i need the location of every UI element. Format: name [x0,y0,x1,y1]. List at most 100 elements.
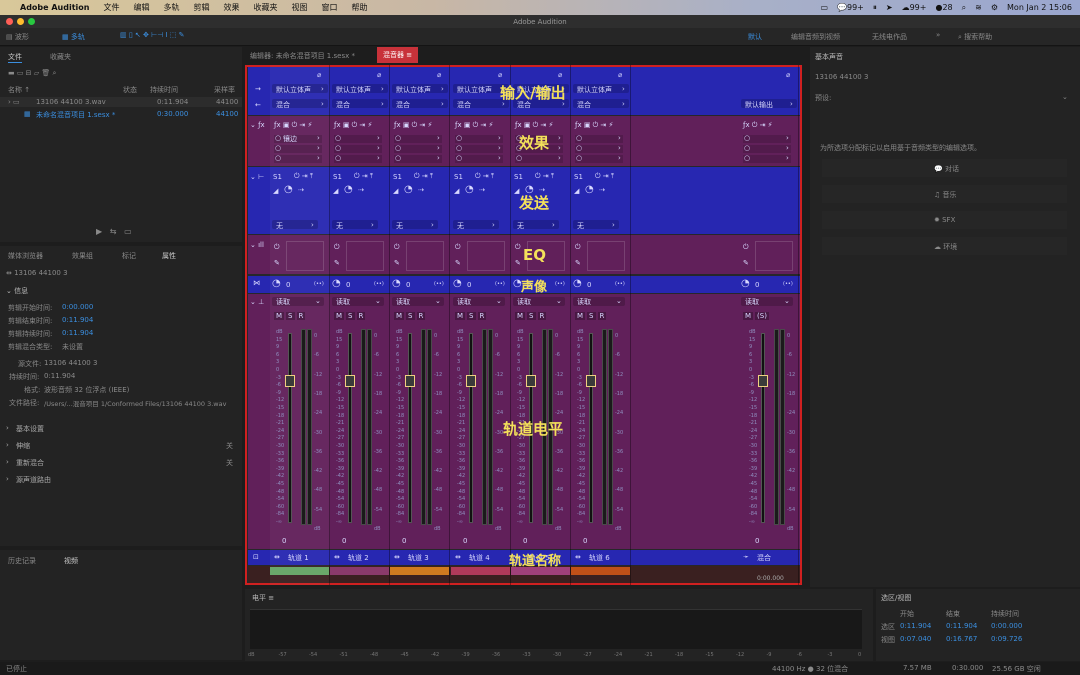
input-select[interactable]: 默认立体声 › [392,84,448,94]
fx-slot[interactable]: ○ › [743,144,791,153]
wechat-icon[interactable]: 💬99+ [837,3,864,12]
eq-power-icon[interactable]: ⏻ [274,243,280,252]
fx-slot[interactable]: ○ › [274,144,322,153]
input-select[interactable]: 默认立体声 › [332,84,388,94]
menu-item[interactable]: 窗口 [321,2,337,13]
volume-value[interactable]: 0 [523,537,527,545]
output-select[interactable]: 混合 › [573,99,629,109]
fx-slot[interactable]: ○ › [743,134,791,143]
menu-item[interactable]: 多轨 [163,2,179,13]
fx-icon[interactable]: ⌄ ƒx [250,121,265,129]
record-disabled-icon[interactable]: ⌀ [377,71,381,79]
msr-button[interactable]: R [416,312,426,320]
tab-history[interactable]: 历史记录 [8,556,36,566]
volume-value[interactable]: 0 [342,537,346,545]
fx-slot[interactable]: ○ › [575,134,623,143]
send-power-icon[interactable]: ⏻ ⇥ ⤒ [354,172,373,181]
fx-slot[interactable]: ○ › [575,154,623,163]
fader-handle[interactable] [285,375,295,387]
send-dest-select[interactable]: 无 › [332,220,378,230]
sel-dur[interactable]: 0:00.000 [991,622,1022,630]
file-row[interactable]: › ▭ 13106 44100 3.wav 0:11.904 44100 [0,97,242,107]
fx-power-icon[interactable]: ƒx ⏻ ⇥ ⚡ [743,121,773,130]
eq-graph[interactable] [467,241,505,271]
eq-edit-icon[interactable]: ✎ [575,259,581,267]
waveform-button[interactable]: ▤ 波形 [6,32,29,42]
more-icon[interactable]: » [936,31,940,39]
tab-editor[interactable]: 编辑器: 未命名混音项目 1.sesx * [250,51,355,61]
send-value[interactable]: ⇢ [298,186,304,194]
display-icon[interactable]: ▭ [820,3,828,12]
zoom-button[interactable] [28,18,35,25]
prop-section[interactable]: › 伸缩关 [0,441,242,453]
fx-slot[interactable]: ○ › [394,144,442,153]
msr-button[interactable]: R [356,312,366,320]
msr-button[interactable]: M [455,312,466,320]
app-menu[interactable]: Adobe Audition [20,3,89,12]
record-disabled-icon[interactable]: ⌀ [437,71,441,79]
tab-video[interactable]: 视频 [64,556,78,566]
pan-knob[interactable]: ◔ [392,278,401,289]
msr-button[interactable]: M [575,312,586,320]
tools-icon[interactable]: ▥ ▯ ↖ ✥ ⊢⊣ I ⬚ ✎ [120,31,185,39]
eq-edit-icon[interactable]: ✎ [394,259,400,267]
send-power-icon[interactable]: ⏻ ⇥ ⤒ [595,172,614,181]
stereo-icon[interactable]: (••) [615,281,625,287]
send-knob[interactable]: ◔ [465,184,474,195]
send-icon[interactable]: ➤ [886,3,893,12]
msr-button[interactable]: M [515,312,526,320]
send-power-icon[interactable]: ⏻ ⇥ ⤒ [475,172,494,181]
info-header[interactable]: ⌄ 信息 [6,286,28,296]
output-select[interactable]: 混合 › [272,99,328,109]
msr-button[interactable]: M [274,312,285,320]
fader-handle[interactable] [466,375,476,387]
fx-slot[interactable]: ○ › [334,134,382,143]
pan-value[interactable]: 0 [587,281,591,289]
msr-button[interactable]: S [527,312,536,320]
stereo-icon[interactable]: (••) [555,281,565,287]
menu-item[interactable]: 收藏夹 [253,2,277,13]
level-icon[interactable]: ⌄ ⊥ [250,298,264,306]
menu-item[interactable]: 效果 [223,2,239,13]
pan-value[interactable]: 0 [286,281,290,289]
tab-favorites[interactable]: 收藏夹 [50,52,71,62]
send-knob[interactable]: ◔ [344,184,353,195]
stereo-icon[interactable]: (••) [374,281,384,287]
msr-button[interactable]: S [286,312,295,320]
eq-power-icon[interactable]: ⏻ [575,243,581,252]
send-power-icon[interactable]: ⏻ ⇥ ⤒ [535,172,554,181]
tab-media[interactable]: 媒体浏览器 [8,251,43,261]
col-rate[interactable]: 采样率 [214,85,235,95]
view-start[interactable]: 0:07.040 [900,635,931,643]
fx-slot[interactable]: ○ › [743,154,791,163]
send-value[interactable]: ⇢ [479,186,485,194]
minimize-button[interactable] [17,18,24,25]
send-dest-select[interactable]: 无 › [392,220,438,230]
send-power-icon[interactable]: ⏻ ⇥ ⤒ [414,172,433,181]
close-button[interactable] [6,18,13,25]
fx-slot[interactable]: ○ › [394,154,442,163]
stereo-icon[interactable]: (••) [434,281,444,287]
fader-handle[interactable] [345,375,355,387]
fx-power-icon[interactable]: ƒx ▣ ⏻ ⇥ ⚡ [515,121,553,130]
input-select[interactable]: 默认立体声 › [272,84,328,94]
tab-mixer[interactable]: 混音器 ≡ [377,47,419,63]
record-disabled-icon[interactable]: ⌀ [558,71,562,79]
fx-slot[interactable]: ○ › [274,154,322,163]
track-name[interactable]: ⇹ 轨道 3 [392,552,446,563]
sel-end[interactable]: 0:11.904 [946,622,977,630]
msr-button[interactable]: S [406,312,415,320]
menu-item[interactable]: 帮助 [351,2,367,13]
pan-knob[interactable]: ◔ [453,278,462,289]
fader-handle[interactable] [758,375,768,387]
badge-icon[interactable]: ●28 [935,3,952,12]
automation-select[interactable]: 读取 ⌄ [513,297,565,306]
msr-button[interactable]: R [477,312,487,320]
search-icon[interactable]: ⌕ [962,3,966,13]
record-disabled-icon[interactable]: ⌀ [317,71,321,79]
eq-power-icon[interactable]: ⏻ [394,243,400,252]
menu-item[interactable]: 剪辑 [193,2,209,13]
msr-button[interactable]: (S) [755,312,769,320]
fx-power-icon[interactable]: ƒx ▣ ⏻ ⇥ ⚡ [394,121,432,130]
message-icon[interactable]: ☁99+ [902,3,927,12]
